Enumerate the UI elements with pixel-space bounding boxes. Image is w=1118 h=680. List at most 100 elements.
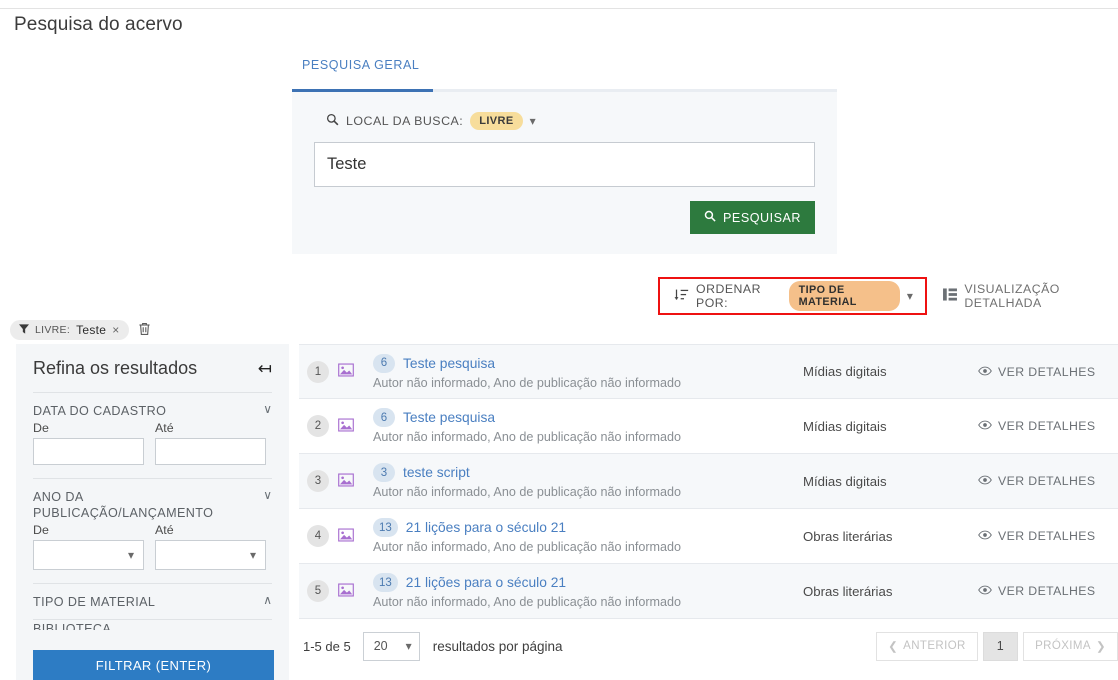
search-card: LOCAL DA BUSCA: LIVRE ▾ PESQUISAR: [292, 92, 837, 254]
table-row[interactable]: 4 13 21 lições para o século 21 Autor nã…: [299, 509, 1118, 564]
chevron-up-icon[interactable]: ∧: [263, 594, 272, 607]
sort-value[interactable]: TIPO DE MATERIAL: [788, 281, 900, 311]
result-title-link[interactable]: Teste pesquisa: [403, 410, 495, 425]
date-to-label: Até: [155, 421, 174, 436]
date-to-field[interactable]: [155, 438, 289, 466]
facet-header[interactable]: ANO DA PUBLICAÇÃO/LANÇAMENTO ∨: [33, 488, 272, 521]
next-page-label: PRÓXIMA: [1035, 640, 1091, 652]
facet-header[interactable]: TIPO DE MATERIAL ∧: [33, 594, 272, 610]
chevron-down-icon[interactable]: ∨: [263, 402, 272, 416]
year-from-select[interactable]: ▾: [33, 540, 144, 571]
chevron-down-icon: ▾: [127, 548, 134, 563]
facet-option-clipped[interactable]: BIBLIOTECA: [33, 622, 272, 630]
chevron-down-icon[interactable]: ▾: [530, 114, 537, 128]
result-material-type: Obras literárias: [803, 528, 893, 544]
result-title-link[interactable]: 21 lições para o século 21: [406, 575, 566, 590]
search-submit-button[interactable]: PESQUISAR: [690, 201, 815, 234]
year-to-select[interactable]: ▾: [155, 540, 266, 571]
eye-icon: [978, 419, 992, 433]
per-page-select[interactable]: 20 ▾: [362, 631, 420, 661]
page-1-button[interactable]: 1: [982, 631, 1019, 661]
year-range-fields: De ▾ Até ▾: [33, 523, 272, 571]
results-list: 1 6 Teste pesquisa Autor não informado, …: [299, 344, 1118, 619]
table-row[interactable]: 3 3 teste script Autor não informado, An…: [299, 454, 1118, 509]
result-title-link[interactable]: teste script: [403, 465, 470, 480]
view-details-label: VER DETALHES: [998, 529, 1096, 543]
year-to-group: Até ▾: [155, 523, 266, 571]
trash-icon[interactable]: [138, 322, 151, 339]
image-icon: [329, 417, 363, 435]
result-title-link[interactable]: Teste pesquisa: [403, 356, 495, 371]
eye-icon: [978, 584, 992, 598]
sidebar-title: Refina os resultados: [33, 358, 198, 378]
facet-title: TIPO DE MATERIAL: [33, 595, 156, 610]
chevron-down-icon[interactable]: ▾: [907, 289, 914, 303]
view-details-label: VER DETALHES: [998, 584, 1096, 598]
result-material-type: Mídias digitais: [803, 473, 887, 489]
copies-count-badge: 6: [373, 353, 395, 373]
result-subtitle: Autor não informado, Ano de publicação n…: [373, 540, 682, 554]
view-details-link[interactable]: VER DETALHES: [978, 365, 1118, 379]
pagination-controls: ❮ ANTERIOR 1 PRÓXIMA ❯: [876, 631, 1118, 661]
table-row[interactable]: 2 6 Teste pesquisa Autor não informado, …: [299, 399, 1118, 454]
top-divider: [0, 8, 1118, 9]
view-mode-label: VISUALIZAÇÃO DETALHADA: [964, 282, 1060, 310]
search-icon: [326, 113, 339, 129]
filter-button[interactable]: FILTRAR (ENTER): [33, 650, 274, 680]
sort-and-view-bar: ORDENAR POR: TIPO DE MATERIAL ▾ VISUALIZ…: [658, 276, 1118, 316]
view-details-link[interactable]: VER DETALHES: [978, 529, 1118, 543]
facet-data-do-cadastro: DATA DO CADASTRO ∨ De Até: [33, 402, 289, 466]
date-from-field[interactable]: [33, 438, 228, 466]
table-row[interactable]: 1 6 Teste pesquisa Autor não informado, …: [299, 344, 1118, 399]
table-row[interactable]: 5 13 21 lições para o século 21 Autor nã…: [299, 564, 1118, 619]
result-subtitle: Autor não informado, Ano de publicação n…: [373, 430, 682, 444]
applied-filter-chip[interactable]: LIVRE: Teste ×: [10, 320, 129, 340]
year-to-label: Até: [155, 523, 174, 538]
search-scope-value[interactable]: LIVRE: [470, 112, 523, 130]
result-material-type: Mídias digitais: [803, 418, 887, 434]
chevron-down-icon: ▾: [249, 548, 256, 563]
prev-page-label: ANTERIOR: [903, 640, 966, 652]
date-to-input[interactable]: [156, 439, 289, 465]
search-scope-label: LOCAL DA BUSCA:: [346, 114, 464, 128]
divider: [33, 619, 272, 621]
row-index: 3: [307, 470, 329, 492]
sort-icon: [674, 288, 689, 305]
image-icon: [329, 363, 363, 380]
detailed-view-icon: [943, 288, 958, 304]
facet-ano-da-publicacao: ANO DA PUBLICAÇÃO/LANÇAMENTO ∨ De ▾ Até …: [33, 488, 272, 571]
prev-page-button[interactable]: ❮ ANTERIOR: [876, 631, 978, 661]
row-main: 13 21 lições para o século 21 Autor não …: [363, 518, 803, 554]
divider: [33, 392, 272, 393]
result-subtitle: Autor não informado, Ano de publicação n…: [373, 595, 682, 609]
sidebar-header: Refina os resultados ↤: [33, 358, 272, 379]
collapse-sidebar-icon[interactable]: ↤: [258, 360, 272, 377]
view-details-link[interactable]: VER DETALHES: [978, 584, 1118, 598]
view-details-label: VER DETALHES: [998, 419, 1096, 433]
search-input[interactable]: [314, 142, 815, 187]
per-page-label: resultados por página: [432, 638, 563, 654]
view-mode-toggle[interactable]: VISUALIZAÇÃO DETALHADA: [943, 282, 1118, 310]
tab-active-indicator: [292, 89, 433, 92]
result-title-link[interactable]: 21 lições para o século 21: [406, 520, 566, 535]
row-main: 6 Teste pesquisa Autor não informado, An…: [363, 353, 803, 390]
result-subtitle: Autor não informado, Ano de publicação n…: [373, 485, 682, 499]
close-icon[interactable]: ×: [112, 323, 119, 337]
tab-pesquisa-geral[interactable]: PESQUISA GERAL: [292, 58, 429, 81]
result-subtitle: Autor não informado, Ano de publicação n…: [373, 375, 682, 390]
search-scope-row[interactable]: LOCAL DA BUSCA: LIVRE ▾: [314, 106, 815, 142]
chevron-down-icon: ▾: [405, 639, 412, 653]
sort-highlight-box[interactable]: ORDENAR POR: TIPO DE MATERIAL ▾: [658, 277, 928, 315]
view-details-link[interactable]: VER DETALHES: [978, 419, 1118, 433]
row-index: 1: [307, 360, 329, 383]
facet-header[interactable]: DATA DO CADASTRO ∨: [33, 402, 272, 419]
row-title-line: 13 21 lições para o século 21: [373, 573, 803, 592]
view-details-link[interactable]: VER DETALHES: [978, 474, 1118, 488]
next-page-button[interactable]: PRÓXIMA ❯: [1023, 631, 1118, 661]
row-index: 5: [307, 580, 329, 602]
row-main: 6 Teste pesquisa Autor não informado, An…: [363, 408, 803, 444]
tab-underline: [292, 89, 837, 92]
result-material-type: Obras literárias: [803, 583, 893, 599]
chevron-down-icon[interactable]: ∨: [263, 488, 272, 502]
search-icon-small: [704, 210, 716, 225]
